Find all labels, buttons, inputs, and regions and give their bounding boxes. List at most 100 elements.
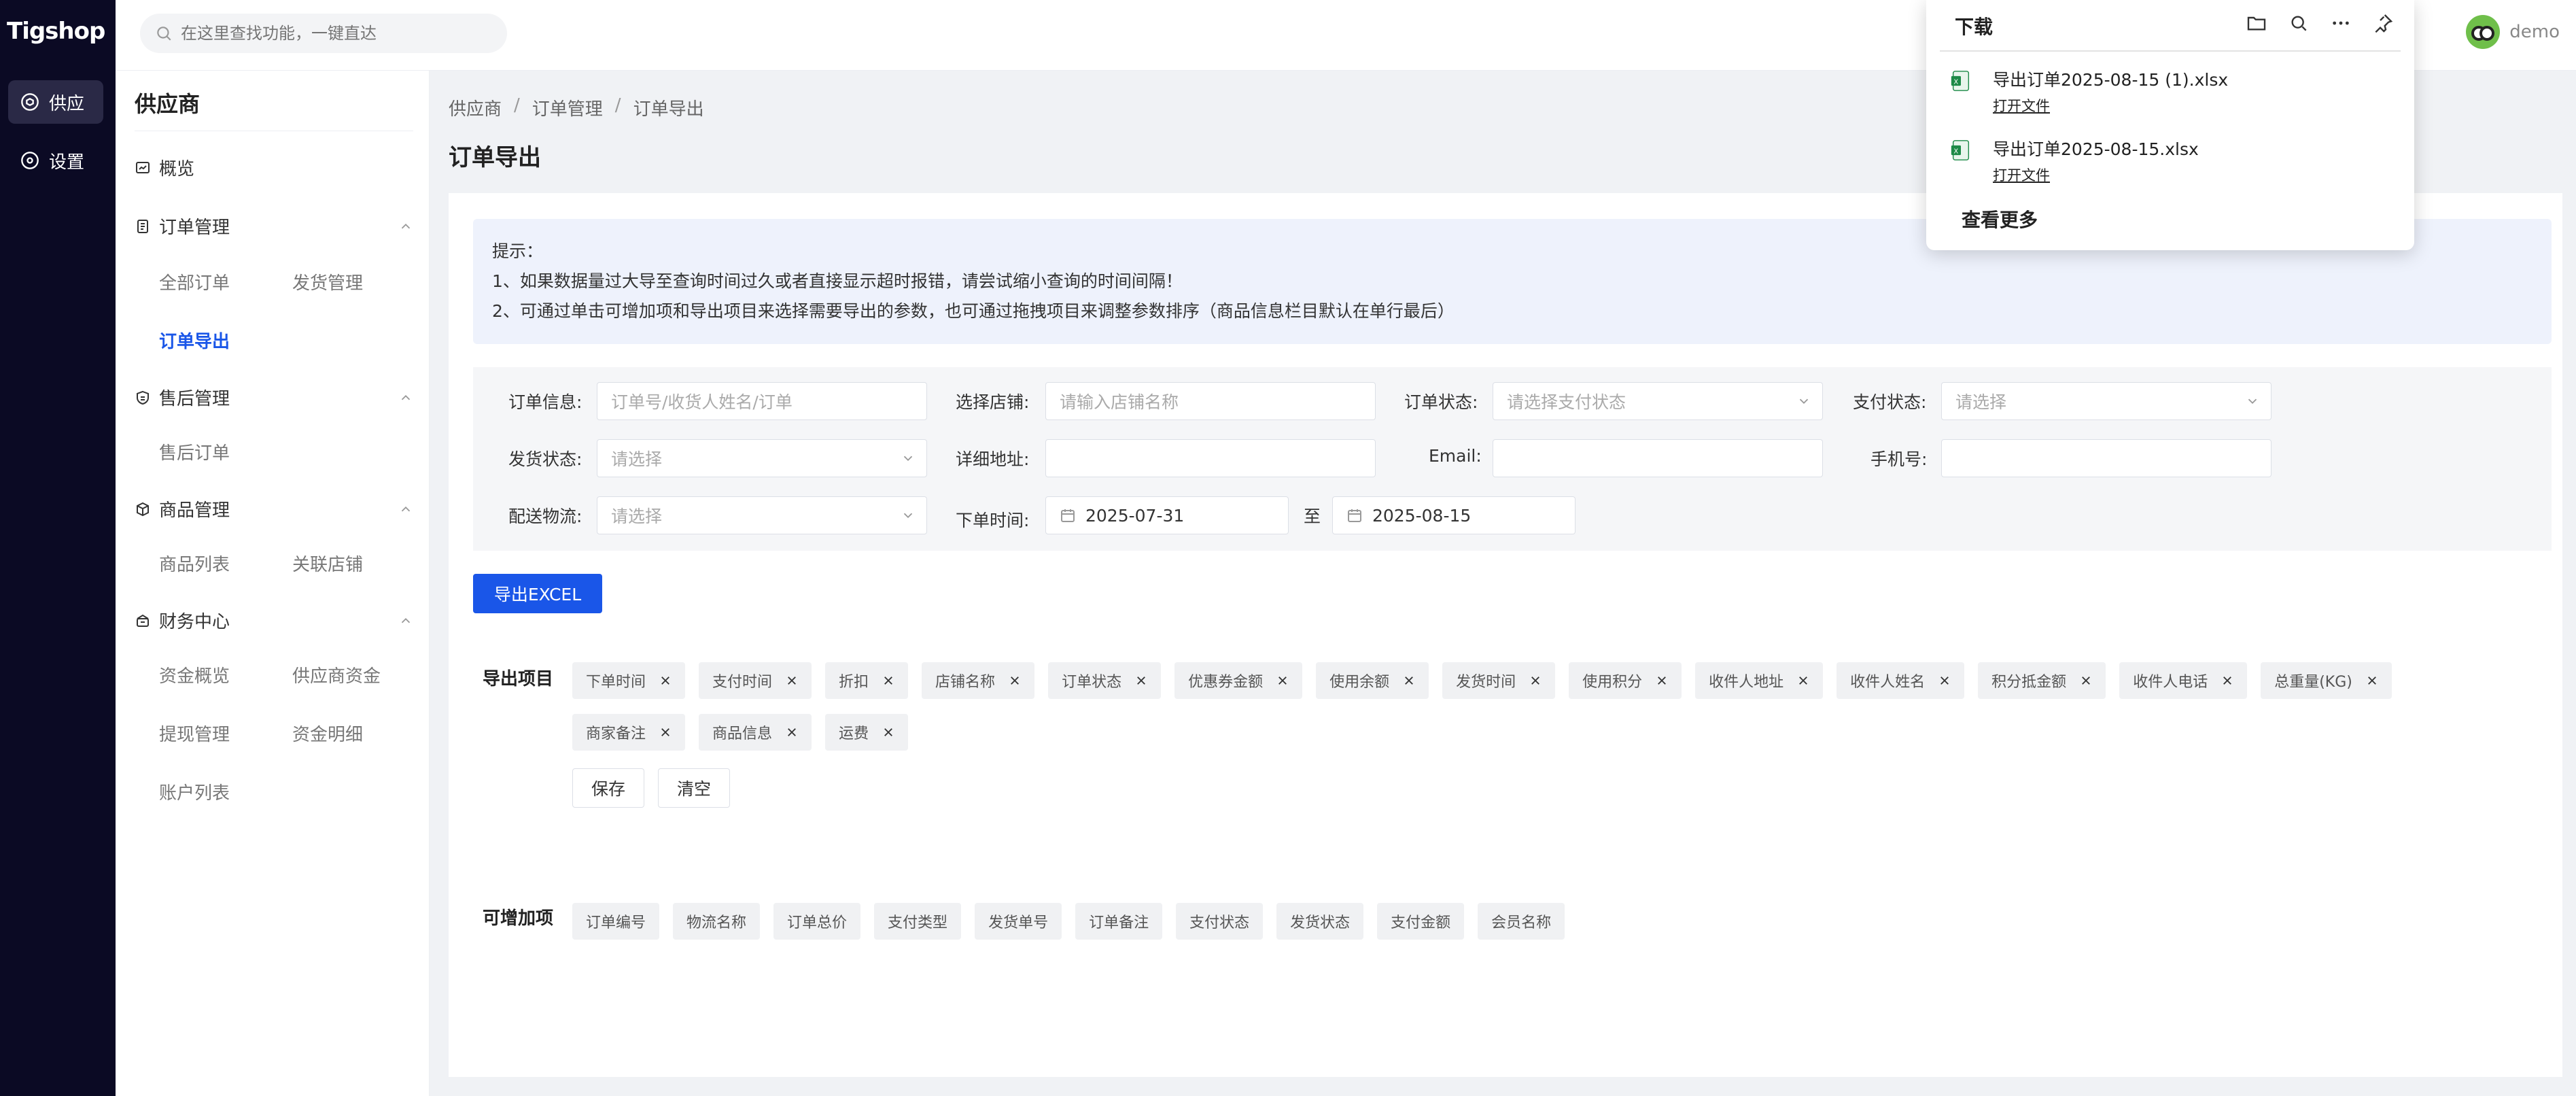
close-icon[interactable] [1938, 674, 1951, 687]
open-file-link[interactable]: 打开文件 [1993, 95, 2050, 116]
nav-link-order-export[interactable]: 订单导出 [159, 328, 230, 353]
close-icon[interactable] [659, 726, 672, 738]
addable-tag[interactable]: 支付状态 [1176, 903, 1264, 940]
close-icon[interactable] [2366, 674, 2378, 687]
export-tag[interactable]: 收件人地址 [1695, 662, 1824, 699]
ship-status-select[interactable]: 请选择 [597, 439, 927, 477]
file-name[interactable]: 导出订单2025-08-15 (1).xlsx [1993, 67, 2228, 91]
export-tag[interactable]: 商品信息 [699, 714, 812, 751]
nav-group-orders[interactable]: 订单管理 [135, 213, 413, 239]
close-icon[interactable] [1135, 674, 1147, 687]
export-tag[interactable]: 总重量(KG) [2261, 662, 2392, 699]
close-icon[interactable] [1656, 674, 1668, 687]
close-icon[interactable] [1009, 674, 1021, 687]
search-icon[interactable] [2288, 12, 2310, 34]
export-tag[interactable]: 使用积分 [1569, 662, 1682, 699]
nav-group-products[interactable]: 商品管理 [135, 496, 413, 521]
export-tag[interactable]: 订单状态 [1048, 662, 1162, 699]
select-placeholder: 请选择 [1955, 392, 2007, 412]
nav-link-supplier-funds[interactable]: 供应商资金 [292, 662, 381, 687]
nav-link-linked-stores[interactable]: 关联店铺 [292, 551, 363, 576]
select-placeholder: 请选择支付状态 [1507, 392, 1626, 412]
global-search[interactable] [140, 14, 507, 53]
nav-link-product-list[interactable]: 商品列表 [159, 551, 230, 576]
close-icon[interactable] [786, 674, 798, 687]
nav-link-accounts[interactable]: 账户列表 [159, 779, 230, 804]
cube-icon [21, 93, 39, 111]
addable-tag[interactable]: 支付类型 [874, 903, 962, 940]
addable-tag[interactable]: 订单备注 [1075, 903, 1163, 940]
export-tag[interactable]: 发货时间 [1442, 662, 1556, 699]
phone-input[interactable] [1941, 439, 2272, 477]
see-more-link[interactable]: 查看更多 [1962, 205, 2038, 233]
export-tag[interactable]: 积分抵金额 [1978, 662, 2106, 699]
order-info-input[interactable]: 订单号/收货人姓名/订单 [597, 382, 927, 420]
export-tag[interactable]: 折扣 [825, 662, 909, 699]
close-icon[interactable] [1797, 674, 1809, 687]
order-status-select[interactable]: 请选择支付状态 [1493, 382, 1823, 420]
nav-link-withdrawals[interactable]: 提现管理 [159, 721, 230, 746]
end-date-input[interactable]: 2025-08-15 [1332, 496, 1576, 534]
export-tag[interactable]: 使用余额 [1316, 662, 1429, 699]
rail-item-supply[interactable]: 供应 [8, 80, 103, 124]
close-icon[interactable] [882, 674, 894, 687]
close-icon[interactable] [2080, 674, 2092, 687]
pin-icon[interactable] [2372, 12, 2394, 34]
export-tag[interactable]: 运费 [825, 714, 909, 751]
export-tag[interactable]: 收件人姓名 [1837, 662, 1965, 699]
user-menu[interactable]: demo [2466, 15, 2560, 49]
search-input[interactable] [181, 24, 493, 43]
export-items-label: 导出项目 [483, 669, 554, 689]
addable-tag[interactable]: 物流名称 [673, 903, 761, 940]
save-button[interactable]: 保存 [572, 768, 644, 808]
nav-link-shipping[interactable]: 发货管理 [292, 269, 363, 294]
export-tag[interactable]: 店铺名称 [922, 662, 1035, 699]
store-input[interactable]: 请输入店铺名称 [1045, 382, 1376, 420]
start-date-input[interactable]: 2025-07-31 [1045, 496, 1289, 534]
nav-link-all-orders[interactable]: 全部订单 [159, 269, 230, 294]
logistics-select[interactable]: 请选择 [597, 496, 927, 534]
close-icon[interactable] [882, 726, 894, 738]
subnav-title: 供应商 [135, 91, 201, 117]
order-status-label: 订单状态: [1404, 392, 1478, 412]
breadcrumb-item[interactable]: 供应商 [449, 95, 502, 120]
more-icon[interactable] [2330, 12, 2352, 34]
addable-tag[interactable]: 订单编号 [572, 903, 660, 940]
close-icon[interactable] [1403, 674, 1415, 687]
end-date-value: 2025-08-15 [1372, 505, 1472, 526]
addable-tag[interactable]: 会员名称 [1478, 903, 1565, 940]
file-name[interactable]: 导出订单2025-08-15.xlsx [1993, 136, 2199, 160]
close-icon[interactable] [1276, 674, 1289, 687]
nav-group-finance[interactable]: 财务中心 [135, 608, 413, 633]
avatar [2466, 15, 2501, 49]
chevron-down-icon [1799, 398, 1809, 405]
export-tag[interactable]: 收件人电话 [2119, 662, 2248, 699]
nav-link-fund-overview[interactable]: 资金概览 [159, 662, 230, 687]
addable-tag[interactable]: 支付金额 [1377, 903, 1465, 940]
nav-group-aftersales[interactable]: 售后管理 [135, 385, 413, 410]
close-icon[interactable] [659, 674, 672, 687]
rail-item-settings[interactable]: 设置 [8, 139, 103, 182]
nav-link-aftersale-orders[interactable]: 售后订单 [159, 439, 230, 464]
pay-status-select[interactable]: 请选择 [1941, 382, 2272, 420]
close-icon[interactable] [1529, 674, 1542, 687]
export-tag[interactable]: 支付时间 [699, 662, 812, 699]
folder-icon[interactable] [2246, 12, 2267, 34]
addable-tag[interactable]: 发货单号 [975, 903, 1062, 940]
app-logo[interactable]: Tigshop [7, 18, 105, 45]
breadcrumb-item[interactable]: 订单管理 [532, 95, 603, 120]
export-tag[interactable]: 优惠券金额 [1174, 662, 1303, 699]
addable-tag[interactable]: 发货状态 [1276, 903, 1364, 940]
nav-overview[interactable]: 概览 [135, 155, 413, 180]
nav-link-fund-details[interactable]: 资金明细 [292, 721, 363, 746]
clear-button[interactable]: 清空 [658, 768, 730, 808]
close-icon[interactable] [2221, 674, 2233, 687]
addable-tag[interactable]: 订单总价 [773, 903, 861, 940]
close-icon[interactable] [786, 726, 798, 738]
export-excel-button[interactable]: 导出EXCEL [473, 574, 602, 613]
export-tag[interactable]: 商家备注 [572, 714, 686, 751]
open-file-link[interactable]: 打开文件 [1993, 165, 2050, 185]
address-input[interactable] [1045, 439, 1376, 477]
email-input[interactable] [1493, 439, 1823, 477]
export-tag[interactable]: 下单时间 [572, 662, 686, 699]
